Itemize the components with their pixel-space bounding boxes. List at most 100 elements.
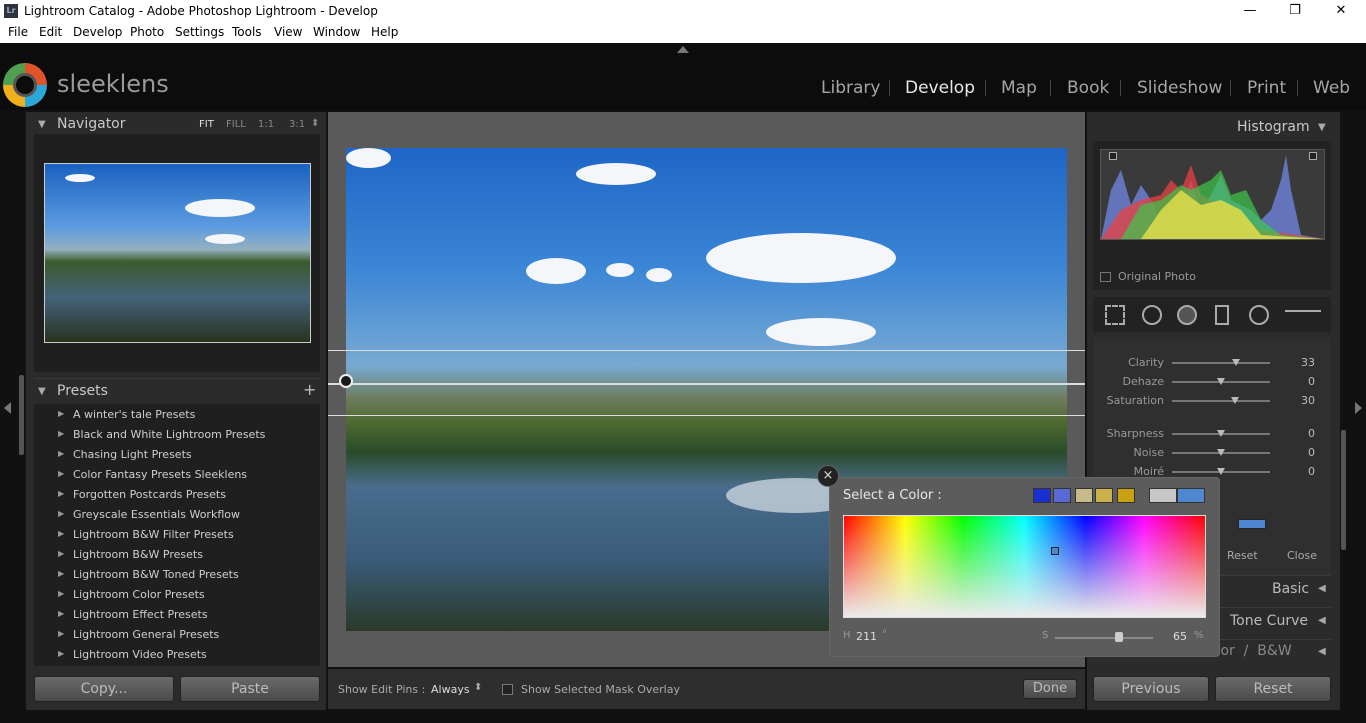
collapse-right-icon[interactable] [1355, 402, 1362, 414]
tone-curve-collapse-icon[interactable]: ◀ [1318, 615, 1326, 626]
slider-knob[interactable] [1217, 378, 1225, 385]
navigator-thumbnail[interactable] [44, 163, 311, 343]
slider-track[interactable] [1172, 400, 1270, 402]
menu-view[interactable]: View [274, 25, 302, 39]
previous-button[interactable]: Previous [1093, 676, 1209, 702]
list-item[interactable]: ▶ Greyscale Essentials Workflow [34, 505, 320, 525]
list-item[interactable]: ▶ A winter's tale Presets [34, 405, 320, 425]
color-swatch[interactable] [1149, 488, 1177, 503]
menu-help[interactable]: Help [371, 25, 398, 39]
list-item[interactable]: ▶ Color Fantasy Presets Sleeklens [34, 465, 320, 485]
original-photo-checkbox[interactable] [1100, 272, 1111, 282]
color-spectrum-field[interactable] [843, 515, 1206, 618]
color-swatch[interactable] [1033, 488, 1051, 503]
module-library[interactable]: Library [821, 78, 880, 98]
restore-button[interactable]: ❐ [1280, 2, 1310, 20]
hsl-collapse-icon[interactable]: ◀ [1318, 646, 1326, 657]
paste-button[interactable]: Paste [180, 676, 320, 702]
color-swatch[interactable] [1095, 488, 1113, 503]
zoom-3-1[interactable]: 3:1 [289, 119, 305, 130]
mask-reset-button[interactable]: Reset [1227, 549, 1258, 562]
list-item[interactable]: ▶ Lightroom B&W Presets [34, 545, 320, 565]
menu-edit[interactable]: Edit [39, 25, 62, 39]
tone-curve-section-title[interactable]: Tone Curve [1230, 613, 1308, 629]
list-item[interactable]: ▶ Lightroom Color Presets [34, 585, 320, 605]
close-icon[interactable]: × [817, 465, 839, 487]
close-button[interactable]: ✕ [1326, 2, 1356, 20]
slider-value[interactable]: 0 [1285, 375, 1315, 388]
module-develop[interactable]: Develop [905, 78, 975, 98]
slider-track[interactable] [1172, 362, 1270, 364]
color-target-icon[interactable] [1051, 547, 1059, 555]
spot-removal-icon[interactable] [1142, 305, 1162, 325]
slider-value[interactable]: 33 [1285, 356, 1315, 369]
histogram-chart[interactable] [1100, 149, 1325, 240]
radial-filter-icon[interactable] [1249, 305, 1269, 325]
slider-value[interactable]: 0 [1285, 465, 1315, 478]
color-swatch[interactable] [1238, 519, 1266, 529]
saturation-slider-track[interactable] [1055, 637, 1153, 639]
shadow-clip-icon[interactable] [1109, 152, 1117, 160]
slider-knob[interactable] [1232, 359, 1240, 366]
module-book[interactable]: Book [1067, 78, 1109, 98]
color-swatch[interactable] [1053, 488, 1071, 503]
edit-pin-icon[interactable] [339, 374, 353, 388]
color-swatch[interactable] [1177, 488, 1205, 503]
color-swatch[interactable] [1075, 488, 1093, 503]
minimize-button[interactable]: — [1235, 2, 1265, 20]
reset-button[interactable]: Reset [1215, 676, 1331, 702]
basic-section-title[interactable]: Basic [1272, 581, 1309, 597]
list-item[interactable]: ▶ Lightroom Effect Presets [34, 605, 320, 625]
color-swatch[interactable] [1117, 488, 1135, 503]
list-item[interactable]: ▶ Black and White Lightroom Presets [34, 425, 320, 445]
slider-value[interactable]: 30 [1285, 394, 1315, 407]
list-item[interactable]: ▶ Forgotten Postcards Presets [34, 485, 320, 505]
saturation-slider-knob[interactable] [1115, 632, 1123, 642]
slider-knob[interactable] [1217, 468, 1225, 475]
zoom-fill[interactable]: FILL [226, 119, 246, 130]
highlight-clip-icon[interactable] [1309, 152, 1317, 160]
done-button[interactable]: Done [1023, 679, 1077, 699]
collapse-left-icon[interactable] [4, 402, 11, 414]
zoom-menu-icon[interactable]: ⬍ [311, 118, 319, 129]
gradient-mask-bottom-line[interactable] [328, 415, 1085, 416]
saturation-value[interactable]: 65 [1173, 630, 1187, 643]
list-item[interactable]: ▶ Lightroom General Presets [34, 625, 320, 645]
slider-knob[interactable] [1217, 430, 1225, 437]
presets-title[interactable]: Presets [57, 383, 108, 399]
menu-file[interactable]: File [8, 25, 28, 39]
zoom-fit[interactable]: FIT [199, 119, 214, 130]
graduated-filter-icon[interactable] [1215, 305, 1229, 325]
list-item[interactable]: ▶ Lightroom Video Presets [34, 645, 320, 665]
gradient-mask-top-line[interactable] [328, 350, 1085, 351]
histogram-collapse-icon[interactable]: ▼ [1318, 122, 1326, 133]
list-item[interactable]: ▶ Lightroom B&W Toned Presets [34, 565, 320, 585]
left-scrollbar[interactable] [19, 375, 24, 455]
menu-settings[interactable]: Settings [175, 25, 224, 39]
menu-tools[interactable]: Tools [232, 25, 262, 39]
mask-overlay-checkbox[interactable] [502, 684, 513, 695]
show-edit-pins-select[interactable]: Always [431, 683, 470, 696]
add-preset-icon[interactable]: + [303, 380, 316, 399]
slider-value[interactable]: 0 [1285, 446, 1315, 459]
module-map[interactable]: Map [1001, 78, 1037, 98]
gradient-mask-center-line[interactable] [328, 383, 1085, 385]
right-scrollbar[interactable] [1341, 430, 1346, 550]
hue-value[interactable]: 211 [856, 630, 877, 643]
mask-close-button[interactable]: Close [1287, 549, 1317, 562]
module-print[interactable]: Print [1247, 78, 1286, 98]
navigator-title[interactable]: Navigator [57, 116, 126, 132]
module-slideshow[interactable]: Slideshow [1137, 78, 1222, 98]
select-arrow-icon[interactable]: ⬍ [474, 682, 482, 693]
menu-develop[interactable]: Develop [73, 25, 122, 39]
collapse-top-icon[interactable] [677, 46, 689, 53]
navigator-collapse-icon[interactable]: ▼ [38, 119, 46, 130]
basic-collapse-icon[interactable]: ◀ [1318, 583, 1326, 594]
menu-window[interactable]: Window [313, 25, 360, 39]
adjustment-brush-icon[interactable] [1285, 310, 1321, 312]
list-item[interactable]: ▶ Lightroom B&W Filter Presets [34, 525, 320, 545]
crop-icon[interactable] [1105, 305, 1125, 325]
slider-knob[interactable] [1231, 397, 1239, 404]
module-web[interactable]: Web [1313, 78, 1350, 98]
list-item[interactable]: ▶ Chasing Light Presets [34, 445, 320, 465]
